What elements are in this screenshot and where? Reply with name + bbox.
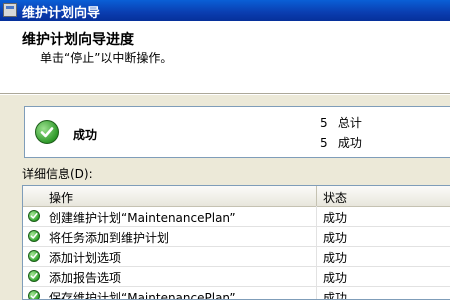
window-title: 维护计划向导 xyxy=(22,6,101,21)
success-check-icon xyxy=(35,120,59,144)
success-label: 成功 xyxy=(337,136,362,150)
table-row[interactable]: 将任务添加到维护计划 成功 xyxy=(23,226,450,247)
operation-cell: 添加报告选项 xyxy=(23,266,317,286)
operation-cell: 创建维护计划“MaintenancePlan” xyxy=(23,206,317,226)
operation-cell: 添加计划选项 xyxy=(23,246,317,266)
page-title: 维护计划向导进度 xyxy=(22,32,134,48)
operation-text: 添加报告选项 xyxy=(49,271,122,285)
column-header-status[interactable]: 状态 xyxy=(323,189,347,206)
column-header-operation-label: 操作 xyxy=(49,191,74,205)
overall-status: 成功 xyxy=(73,128,98,142)
status-text: 成功 xyxy=(323,231,348,245)
total-count-row: 5 总计 xyxy=(320,114,362,131)
success-check-icon xyxy=(28,270,40,282)
details-grid[interactable]: 操作 状态 创建维护计划“MaintenancePlan” 成功 将任务添加到维护计… xyxy=(22,185,450,300)
status-text: 成功 xyxy=(323,291,348,300)
operation-cell: 将任务添加到维护计划 xyxy=(23,226,317,246)
success-count-row: 5 成功 xyxy=(320,134,362,151)
table-row[interactable]: 创建维护计划“MaintenancePlan” 成功 xyxy=(23,206,450,227)
summary-panel: 成功 5 总计 5 成功 xyxy=(24,106,450,158)
table-row[interactable]: 保存维护计划“MaintenancePlan” 成功 xyxy=(23,286,450,300)
window-titlebar[interactable]: 维护计划向导 xyxy=(0,0,450,21)
success-check-icon xyxy=(28,230,40,242)
grid-header: 操作 状态 xyxy=(23,186,450,207)
operation-cell: 保存维护计划“MaintenancePlan” xyxy=(23,286,317,300)
page-subtitle: 单击“停止”以中断操作。 xyxy=(40,51,173,65)
column-header-operation[interactable]: 操作 xyxy=(23,186,317,206)
wizard-header: 维护计划向导进度 单击“停止”以中断操作。 xyxy=(0,21,450,94)
operation-text: 将任务添加到维护计划 xyxy=(49,231,170,245)
operation-text: 添加计划选项 xyxy=(49,251,122,265)
success-check-icon xyxy=(28,210,40,222)
app-window-icon xyxy=(3,3,17,17)
success-count: 5 xyxy=(320,136,328,150)
status-text: 成功 xyxy=(323,271,348,285)
details-label: 详细信息(D): xyxy=(22,167,93,181)
table-row[interactable]: 添加报告选项 成功 xyxy=(23,266,450,287)
status-text: 成功 xyxy=(323,211,348,225)
total-count: 5 xyxy=(320,116,328,130)
operation-text: 保存维护计划“MaintenancePlan” xyxy=(49,291,236,300)
table-row[interactable]: 添加计划选项 成功 xyxy=(23,246,450,267)
success-check-icon xyxy=(28,290,40,299)
total-label: 总计 xyxy=(337,116,362,130)
operation-text: 创建维护计划“MaintenancePlan” xyxy=(49,211,236,225)
success-check-icon xyxy=(28,250,40,262)
header-divider xyxy=(0,94,450,95)
status-text: 成功 xyxy=(323,251,348,265)
